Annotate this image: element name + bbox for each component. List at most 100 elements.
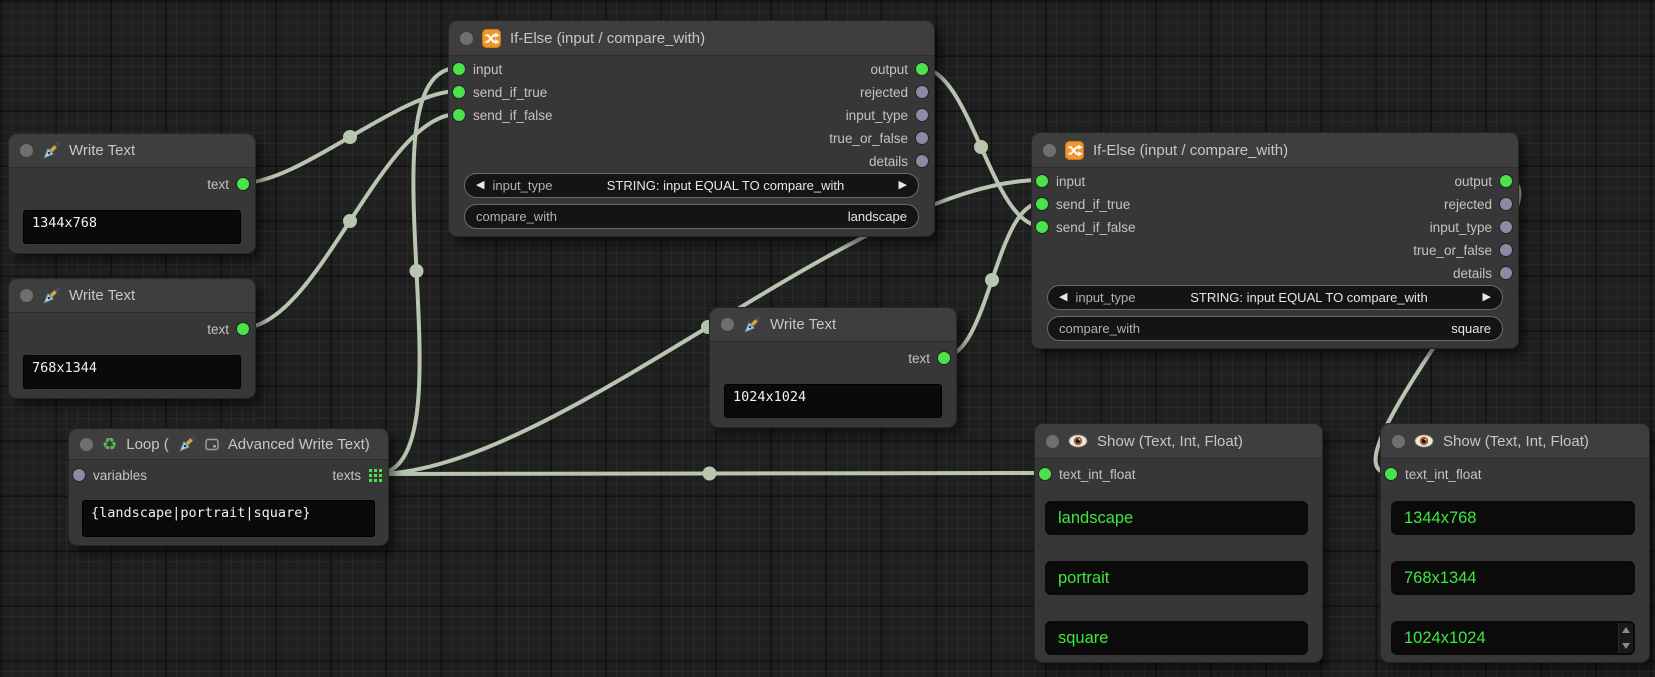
port-dot[interactable] [1500,267,1512,279]
port-dot[interactable] [1385,468,1397,480]
collapse-dot[interactable] [20,289,33,302]
text-input[interactable]: 1344x768 [23,210,241,244]
display-value-box[interactable]: 1024x1024 [1391,621,1635,655]
collapse-dot[interactable] [20,144,33,157]
collapse-dot[interactable] [460,32,473,45]
collapse-dot[interactable] [1046,435,1059,448]
wire-midpoint-dot[interactable] [985,273,999,287]
output-port-rejected[interactable]: rejected [860,82,928,102]
wire-midpoint-dot[interactable] [703,467,717,481]
combo-next-icon[interactable]: ▶ [1483,292,1491,303]
port-dot[interactable] [1500,198,1512,210]
widget-input_type[interactable]: ◀input_typeSTRING: input EQUAL TO compar… [464,173,919,198]
output-port-input_type[interactable]: input_type [846,105,928,125]
text-input[interactable]: 1024x1024 [724,384,942,418]
output-port-text[interactable]: text [908,348,950,368]
node-header[interactable]: If-Else (input / compare_with) [1032,133,1518,168]
output-port-rejected[interactable]: rejected [1444,194,1512,214]
input-port-send_if_false[interactable]: send_if_false [453,105,553,125]
wire-midpoint-dot[interactable] [974,140,988,154]
port-dot[interactable] [237,178,249,190]
output-port-input_type[interactable]: input_type [1430,217,1512,237]
collapse-dot[interactable] [80,438,93,451]
scroll-stepper[interactable] [1618,623,1633,653]
port-dot[interactable] [1036,175,1048,187]
port-dot[interactable] [1036,198,1048,210]
port-dot[interactable] [916,63,928,75]
port-label: send_if_true [1056,197,1130,212]
node-header[interactable]: Write Text [9,134,255,168]
port-dot[interactable] [453,109,465,121]
stepper-down-icon[interactable] [1622,643,1630,649]
port-dot[interactable] [916,86,928,98]
port-dot[interactable] [916,155,928,167]
display-value: square [1058,629,1108,648]
port-label: variables [93,468,147,483]
output-port-text[interactable]: text [207,319,249,339]
input-port-send_if_true[interactable]: send_if_true [453,82,547,102]
input-port-text_int_float[interactable]: text_int_float [1385,464,1482,484]
port-dot[interactable] [73,469,85,481]
display-value-box[interactable]: landscape [1045,501,1308,535]
output-port-texts[interactable]: texts [332,465,382,485]
port-dot[interactable] [916,109,928,121]
port-dot[interactable] [1500,244,1512,256]
output-port-text[interactable]: text [207,174,249,194]
node-header[interactable]: If-Else (input / compare_with) [449,21,934,56]
collapse-dot[interactable] [1043,144,1056,157]
collapse-dot[interactable] [721,318,734,331]
display-value-box[interactable]: portrait [1045,561,1308,595]
port-dot[interactable] [1500,221,1512,233]
collapse-dot[interactable] [1392,435,1405,448]
node-header[interactable]: ♻Loop (Advanced Write Text) [69,429,388,460]
port-dot[interactable] [938,352,950,364]
input-port-input[interactable]: input [453,59,502,79]
combo-prev-icon[interactable]: ◀ [476,180,484,191]
widget-compare_with[interactable]: compare_withlandscape [464,204,919,229]
wire-midpoint-dot[interactable] [343,130,357,144]
input-port-variables[interactable]: variables [73,465,147,485]
display-value-box[interactable]: square [1045,621,1308,655]
input-port-send_if_true[interactable]: send_if_true [1036,194,1130,214]
display-value-box[interactable]: 1344x768 [1391,501,1635,535]
widget-label: input_type [1075,290,1135,305]
node-header[interactable]: Show (Text, Int, Float) [1035,424,1322,459]
port-dot[interactable] [453,86,465,98]
text-input[interactable]: {landscape|portrait|square} [82,500,375,537]
port-label: send_if_false [473,108,553,123]
combo-next-icon[interactable]: ▶ [899,180,907,191]
input-port-send_if_false[interactable]: send_if_false [1036,217,1136,237]
input-port-text_int_float[interactable]: text_int_float [1039,464,1136,484]
display-value-box[interactable]: 768x1344 [1391,561,1635,595]
stepper-up-icon[interactable] [1622,627,1630,633]
output-port-output[interactable]: output [1454,171,1512,191]
port-dot[interactable] [453,63,465,75]
widget-compare_with[interactable]: compare_withsquare [1047,316,1503,341]
port-dot[interactable] [237,323,249,335]
input-port-input[interactable]: input [1036,171,1085,191]
widget-input_type[interactable]: ◀input_typeSTRING: input EQUAL TO compar… [1047,285,1503,310]
port-dot[interactable] [916,132,928,144]
output-port-true_or_false[interactable]: true_or_false [1413,240,1512,260]
port-label: details [869,154,908,169]
display-value: portrait [1058,569,1109,588]
output-port-true_or_false[interactable]: true_or_false [829,128,928,148]
recycle-icon: ♻ [102,436,117,453]
port-dot[interactable] [1039,468,1051,480]
node-header[interactable]: Write Text [9,279,255,313]
port-dot[interactable] [1500,175,1512,187]
combo-prev-icon[interactable]: ◀ [1059,292,1067,303]
port-label: texts [332,468,361,483]
output-port-details[interactable]: details [869,151,928,171]
node-header[interactable]: Show (Text, Int, Float) [1381,424,1649,459]
grid-icon [369,469,382,482]
wire-midpoint-dot[interactable] [410,264,424,278]
node-editor-canvas[interactable]: Write Text text 1344x768 Write Text text 768x… [0,0,1655,677]
wire-midpoint-dot[interactable] [343,214,357,228]
node-header[interactable]: Write Text [710,308,956,342]
node-show_2: Show (Text, Int, Float) text_int_float 134… [1380,423,1650,663]
output-port-details[interactable]: details [1453,263,1512,283]
output-port-output[interactable]: output [870,59,928,79]
text-input[interactable]: 768x1344 [23,355,241,389]
port-dot[interactable] [1036,221,1048,233]
